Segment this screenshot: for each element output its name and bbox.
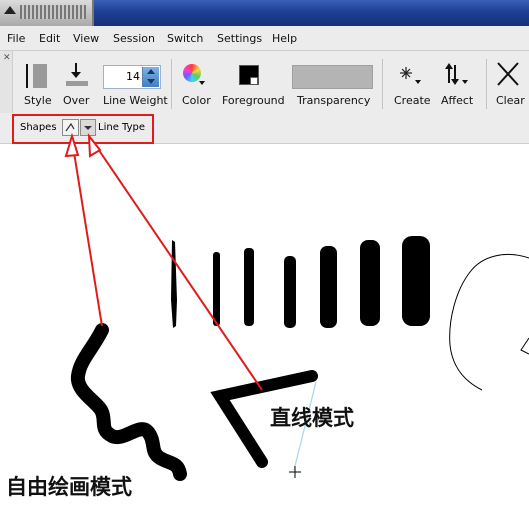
- crosshair-icon: [289, 466, 301, 478]
- annotation-freehand: 自由绘画模式: [6, 475, 132, 499]
- annotation-straight-line: 直线模式: [270, 406, 354, 430]
- freehand-stroke: [71, 323, 187, 481]
- thin-curve: [449, 254, 529, 391]
- drawing-layer: [64, 132, 529, 481]
